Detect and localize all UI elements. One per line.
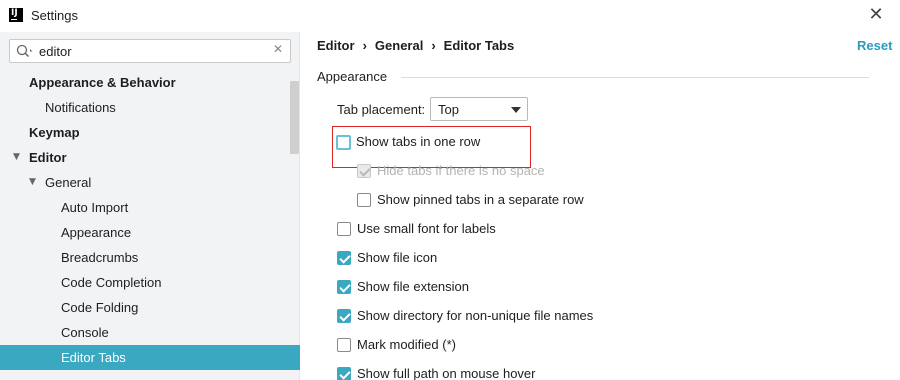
- section-divider: [401, 77, 869, 78]
- checkbox[interactable]: [357, 193, 371, 207]
- title-bar: IJ Settings ✕: [0, 0, 900, 32]
- window-title: Settings: [31, 8, 78, 23]
- tree-item-appearance[interactable]: Appearance: [0, 220, 300, 245]
- breadcrumb-item[interactable]: General: [375, 38, 423, 53]
- sidebar-scrollbar[interactable]: [290, 81, 299, 154]
- breadcrumb-item[interactable]: Editor: [317, 38, 355, 53]
- settings-content: Editor › General › Editor Tabs Reset Appeara…: [301, 32, 900, 380]
- search-icon: [16, 44, 33, 58]
- expand-arrow-icon[interactable]: ▼: [29, 170, 36, 195]
- search-value: editor: [39, 44, 72, 59]
- checkbox[interactable]: [337, 251, 351, 265]
- close-icon[interactable]: ✕: [864, 3, 888, 27]
- tree-item-breadcrumbs[interactable]: Breadcrumbs: [0, 245, 300, 270]
- search-input[interactable]: editor ✕: [9, 39, 291, 63]
- section-title: Appearance: [317, 69, 388, 84]
- tab-placement-value: Top: [438, 102, 459, 117]
- checkbox: [357, 164, 371, 178]
- tree-item-editor-tabs[interactable]: Editor Tabs: [0, 345, 300, 370]
- checkbox[interactable]: [336, 135, 351, 150]
- checkbox[interactable]: [337, 222, 351, 236]
- tree-item-appearance-behavior[interactable]: Appearance & Behavior: [0, 70, 300, 95]
- clear-search-icon[interactable]: ✕: [273, 42, 283, 56]
- checkbox[interactable]: [337, 309, 351, 323]
- tree-item-notifications[interactable]: Notifications: [0, 95, 300, 120]
- checkbox[interactable]: [337, 367, 351, 380]
- tree-item-code-completion[interactable]: Code Completion: [0, 270, 300, 295]
- checkbox[interactable]: [337, 338, 351, 352]
- tree-item-keymap[interactable]: Keymap: [0, 120, 300, 145]
- chevron-down-icon: [511, 107, 521, 113]
- breadcrumb: Editor › General › Editor Tabs: [317, 38, 514, 53]
- expand-arrow-icon[interactable]: ▼: [13, 145, 20, 170]
- tree-item-auto-import[interactable]: Auto Import: [0, 195, 300, 220]
- tab-placement-select[interactable]: Top: [430, 97, 528, 121]
- settings-sidebar: editor ✕ Appearance & Behavior Notificat…: [0, 32, 300, 380]
- checkbox[interactable]: [337, 280, 351, 294]
- tree-item-code-folding[interactable]: Code Folding: [0, 295, 300, 320]
- tree-item-general[interactable]: ▼ General: [0, 170, 300, 195]
- intellij-logo-icon: IJ: [9, 8, 23, 22]
- breadcrumb-item: Editor Tabs: [443, 38, 515, 53]
- breadcrumb-separator: ›: [431, 38, 436, 53]
- reset-link[interactable]: Reset: [857, 38, 892, 53]
- tab-placement-label: Tab placement:: [337, 102, 426, 117]
- tree-item-console[interactable]: Console: [0, 320, 300, 345]
- tree-item-editor[interactable]: ▼ Editor: [0, 145, 300, 170]
- breadcrumb-separator: ›: [362, 38, 367, 53]
- logo-letters: IJ: [11, 8, 18, 18]
